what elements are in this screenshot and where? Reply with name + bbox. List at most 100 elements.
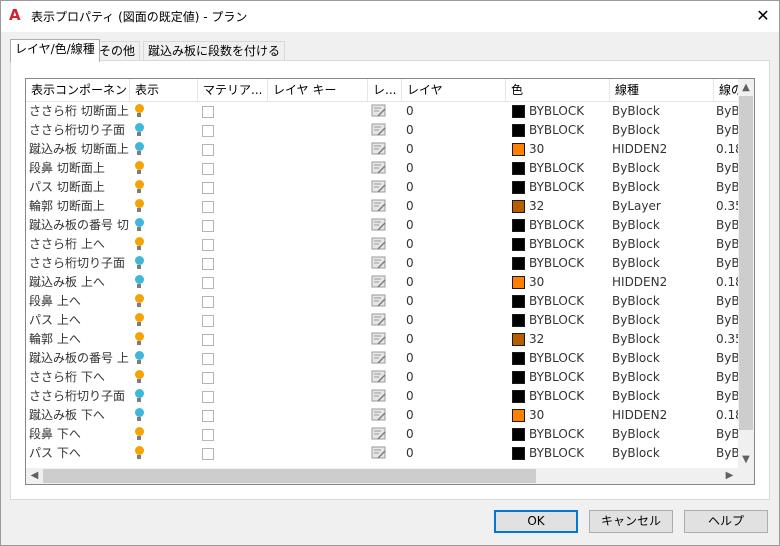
linetype-value[interactable]: HIDDEN2 [612, 406, 712, 425]
lightbulb-icon[interactable] [134, 199, 144, 213]
color-value[interactable]: 32 [529, 197, 609, 216]
material-checkbox[interactable] [202, 277, 214, 289]
lightbulb-icon[interactable] [134, 275, 144, 289]
material-checkbox[interactable] [202, 163, 214, 175]
layer-key-override-icon[interactable] [371, 427, 387, 441]
layer-key-override-icon[interactable] [371, 256, 387, 270]
layer-key-override-icon[interactable] [371, 370, 387, 384]
vertical-scrollbar[interactable]: ▲ ▼ [738, 79, 754, 468]
color-swatch[interactable] [512, 390, 525, 403]
lightbulb-icon[interactable] [134, 332, 144, 346]
layer-key-override-icon[interactable] [371, 218, 387, 232]
linetype-value[interactable]: ByBlock [612, 292, 712, 311]
color-value[interactable]: 30 [529, 273, 609, 292]
color-swatch[interactable] [512, 200, 525, 213]
scroll-down-icon[interactable]: ▼ [738, 451, 754, 468]
color-swatch[interactable] [512, 333, 525, 346]
linetype-value[interactable]: HIDDEN2 [612, 140, 712, 159]
color-value[interactable]: BYBLOCK [529, 102, 609, 121]
color-swatch[interactable] [512, 276, 525, 289]
layer-value[interactable]: 0 [406, 311, 506, 330]
layer-key-override-icon[interactable] [371, 275, 387, 289]
ok-button[interactable]: OK [494, 510, 578, 533]
color-value[interactable]: BYBLOCK [529, 254, 609, 273]
lineweight-value[interactable]: ByBlock [716, 235, 738, 254]
linetype-value[interactable]: ByBlock [612, 349, 712, 368]
tab-layer-color-linetype[interactable]: レイヤ/色/線種 [10, 39, 100, 62]
material-checkbox[interactable] [202, 201, 214, 213]
table-row[interactable]: ささら桁 切断面上0BYBLOCKByBlockByBlock [26, 102, 738, 121]
layer-value[interactable]: 0 [406, 121, 506, 140]
lineweight-value[interactable]: 0.35 mm [716, 330, 738, 349]
lightbulb-icon[interactable] [134, 256, 144, 270]
lineweight-value[interactable]: ByBlock [716, 368, 738, 387]
material-checkbox[interactable] [202, 258, 214, 270]
layer-key-override-icon[interactable] [371, 161, 387, 175]
color-value[interactable]: BYBLOCK [529, 216, 609, 235]
color-swatch[interactable] [512, 352, 525, 365]
table-row[interactable]: 蹴込み板 上へ 0 30HIDDEN20.18 mm [26, 273, 738, 292]
color-value[interactable]: BYBLOCK [529, 159, 609, 178]
lightbulb-icon[interactable] [134, 237, 144, 251]
color-value[interactable]: 30 [529, 140, 609, 159]
lineweight-value[interactable]: ByBlock [716, 102, 738, 121]
lineweight-value[interactable]: ByBlock [716, 349, 738, 368]
table-row[interactable]: ささら桁 下へ0BYBLOCKByBlockByBlock [26, 368, 738, 387]
layer-key-override-icon[interactable] [371, 199, 387, 213]
material-checkbox[interactable] [202, 315, 214, 327]
table-row[interactable]: 段鼻 下へ0BYBLOCKByBlockByBlock [26, 425, 738, 444]
table-row[interactable]: パス 下へ0BYBLOCKByBlockByBlock [26, 444, 738, 462]
layer-key-override-icon[interactable] [371, 446, 387, 460]
material-checkbox[interactable] [202, 125, 214, 137]
layer-value[interactable]: 0 [406, 140, 506, 159]
scroll-left-icon[interactable]: ◀ [26, 468, 43, 484]
color-swatch[interactable] [512, 162, 525, 175]
linetype-value[interactable]: ByBlock [612, 159, 712, 178]
col-header-component[interactable]: 表示コンポーネント [26, 79, 130, 101]
color-value[interactable]: BYBLOCK [529, 178, 609, 197]
scroll-right-icon[interactable]: ▶ [721, 468, 738, 484]
layer-key-override-icon[interactable] [371, 313, 387, 327]
layer-key-override-icon[interactable] [371, 142, 387, 156]
layer-value[interactable]: 0 [406, 254, 506, 273]
color-value[interactable]: BYBLOCK [529, 292, 609, 311]
layer-key-override-icon[interactable] [371, 104, 387, 118]
layer-value[interactable]: 0 [406, 273, 506, 292]
lightbulb-icon[interactable] [134, 180, 144, 194]
layer-value[interactable]: 0 [406, 406, 506, 425]
material-checkbox[interactable] [202, 410, 214, 422]
layer-value[interactable]: 0 [406, 216, 506, 235]
color-value[interactable]: BYBLOCK [529, 311, 609, 330]
layer-value[interactable]: 0 [406, 292, 506, 311]
color-swatch[interactable] [512, 314, 525, 327]
col-header-layer-key[interactable]: レイヤ キー [268, 79, 368, 101]
lightbulb-icon[interactable] [134, 370, 144, 384]
table-row[interactable]: 輪郭 上へ 0 32ByBlock0.35 mm [26, 330, 738, 349]
lineweight-value[interactable]: ByBlock [716, 292, 738, 311]
lineweight-value[interactable]: ByBlock [716, 311, 738, 330]
lightbulb-icon[interactable] [134, 427, 144, 441]
lineweight-value[interactable]: ByBlock [716, 178, 738, 197]
layer-value[interactable]: 0 [406, 349, 506, 368]
col-header-layer-override[interactable]: レ... [368, 79, 402, 101]
table-row[interactable]: ささら桁 上へ0BYBLOCKByBlockByBlock [26, 235, 738, 254]
table-row[interactable]: ささら桁切り子面 下へ0BYBLOCKByBlockByBlock [26, 387, 738, 406]
linetype-value[interactable]: ByLayer [612, 197, 712, 216]
color-swatch[interactable] [512, 257, 525, 270]
lineweight-value[interactable]: 0.18 mm [716, 273, 738, 292]
lightbulb-icon[interactable] [134, 351, 144, 365]
lineweight-value[interactable]: ByBlock [716, 254, 738, 273]
lineweight-value[interactable]: ByBlock [716, 444, 738, 462]
lineweight-value[interactable]: ByBlock [716, 387, 738, 406]
close-icon[interactable]: ✕ [750, 4, 776, 28]
layer-key-override-icon[interactable] [371, 332, 387, 346]
color-value[interactable]: 32 [529, 330, 609, 349]
layer-value[interactable]: 0 [406, 178, 506, 197]
color-value[interactable]: BYBLOCK [529, 349, 609, 368]
color-value[interactable]: BYBLOCK [529, 425, 609, 444]
layer-key-override-icon[interactable] [371, 180, 387, 194]
linetype-value[interactable]: ByBlock [612, 254, 712, 273]
material-checkbox[interactable] [202, 296, 214, 308]
linetype-value[interactable]: ByBlock [612, 121, 712, 140]
table-row[interactable]: 蹴込み板 下へ 0 30HIDDEN20.18 mm [26, 406, 738, 425]
